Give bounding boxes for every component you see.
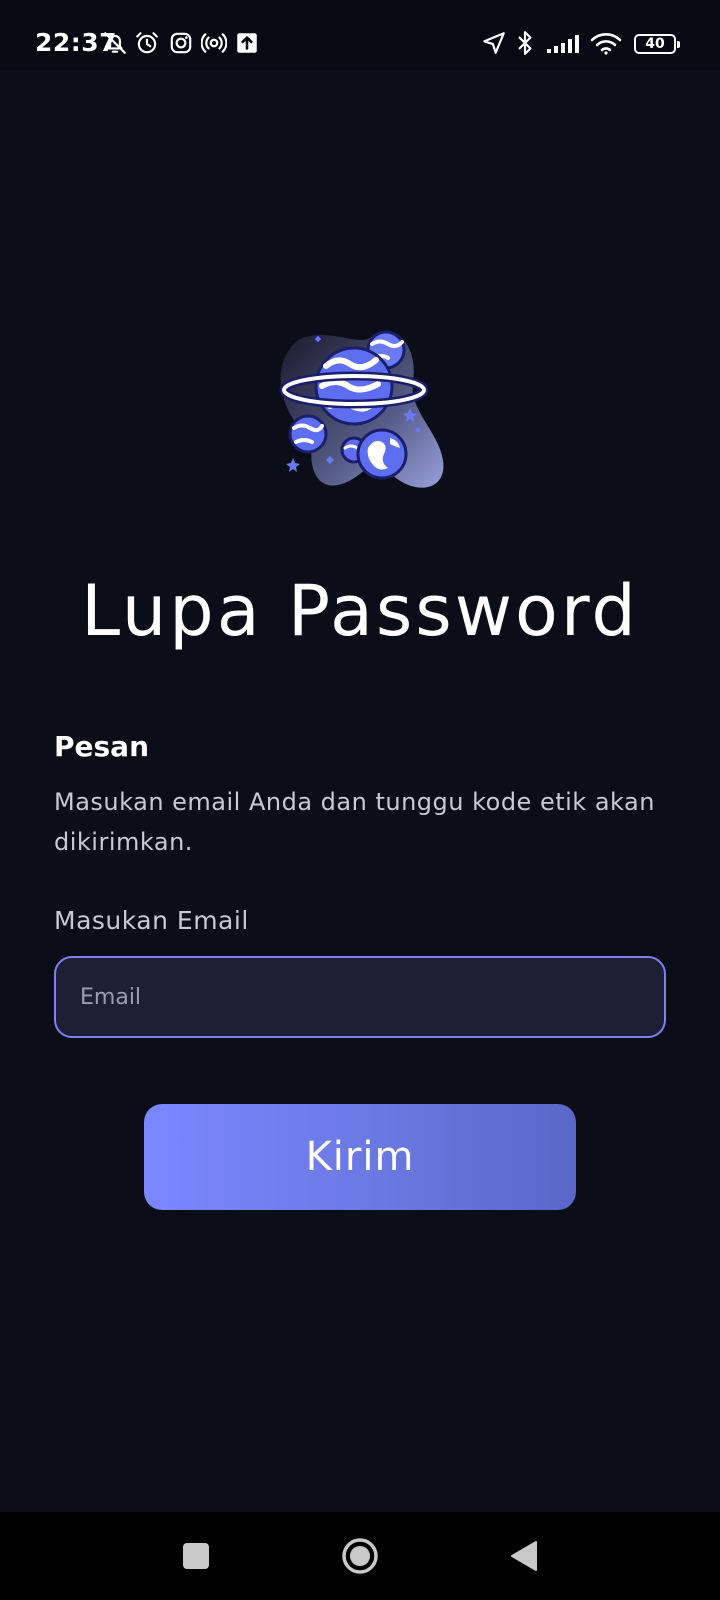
battery-icon: 40	[634, 34, 680, 54]
back-button[interactable]	[484, 1512, 564, 1600]
forgot-password-screen: 22:37 40 Lupa Password Pesan Masukan ema…	[0, 0, 720, 1600]
navigation-bar	[0, 1512, 720, 1600]
triangle-back-icon	[511, 1541, 537, 1571]
navigation-arrow-icon	[483, 32, 505, 54]
bell-off-icon	[104, 32, 126, 54]
message-heading: Pesan	[54, 730, 150, 763]
location-broadcast-icon	[201, 33, 227, 53]
status-bar: 22:37 40	[0, 0, 720, 70]
bluetooth-icon	[518, 31, 532, 55]
alarm-icon	[136, 32, 158, 54]
instagram-icon	[170, 32, 192, 54]
circle-icon	[342, 1538, 378, 1574]
submit-button[interactable]: Kirim	[144, 1104, 576, 1210]
home-button[interactable]	[320, 1512, 400, 1600]
message-text: Masukan email Anda dan tunggu kode etik …	[54, 788, 655, 856]
recent-apps-button[interactable]	[156, 1512, 236, 1600]
square-icon	[183, 1543, 209, 1569]
page-title: Lupa Password	[81, 570, 639, 652]
wifi-icon	[590, 33, 622, 55]
signal-icon	[547, 35, 579, 53]
email-field-label: Masukan Email	[54, 906, 249, 935]
upload-icon	[237, 33, 257, 53]
email-field[interactable]	[54, 956, 666, 1038]
planets-illustration	[279, 330, 444, 488]
